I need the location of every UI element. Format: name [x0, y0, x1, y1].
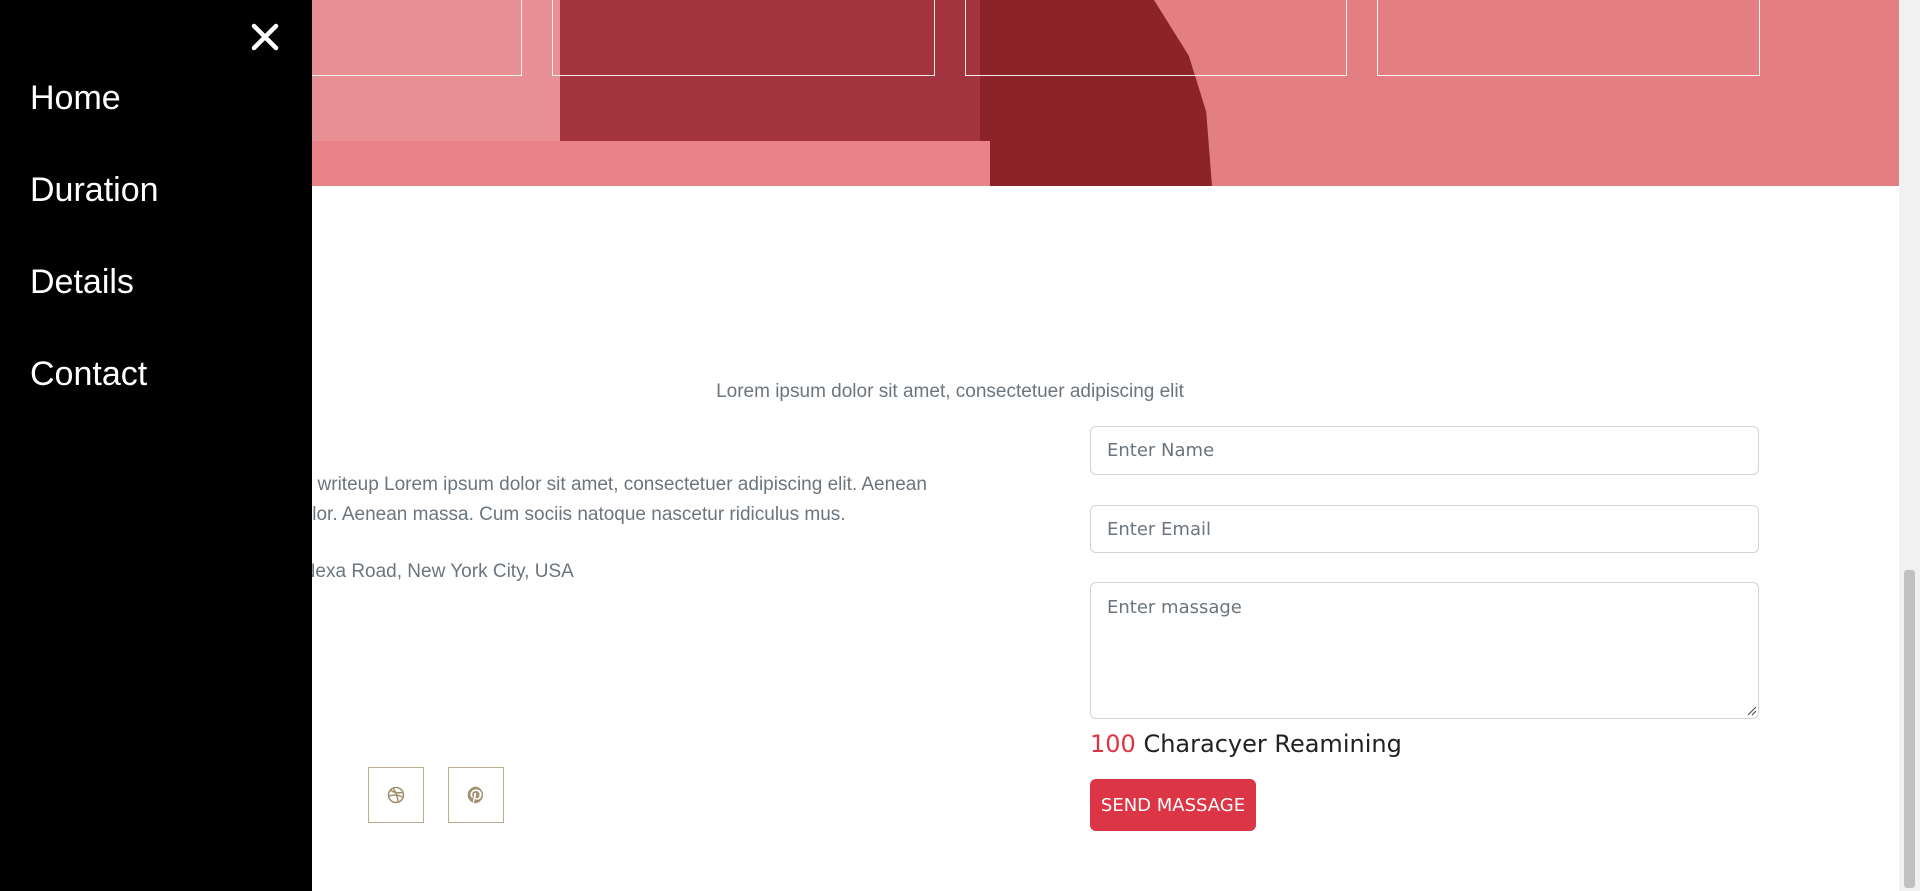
counter-text: Characyer Reamining [1143, 730, 1402, 758]
close-icon [251, 23, 279, 51]
dribbble-link[interactable] [368, 767, 424, 823]
name-input[interactable] [1090, 426, 1759, 475]
hero-frame [965, 0, 1347, 76]
pinterest-icon [467, 786, 484, 804]
close-button[interactable] [246, 18, 284, 56]
email-input[interactable] [1090, 505, 1759, 553]
counter-number: 100 [1090, 730, 1136, 758]
scrollbar-thumb[interactable] [1904, 570, 1915, 888]
nav-item-details[interactable]: Details [30, 263, 134, 302]
pinterest-link[interactable] [448, 767, 504, 823]
contact-writeup: e me writeup Lorem ipsum dolor sit amet,… [270, 470, 1030, 530]
side-navigation: Home Duration Details Contact [0, 0, 312, 891]
nav-item-home[interactable]: Home [30, 79, 121, 118]
hero-frame [1377, 0, 1760, 76]
resize-grip-icon[interactable] [1747, 706, 1757, 716]
nav-item-contact[interactable]: Contact [30, 355, 147, 394]
contact-address: 45, Nexa Road, New York City, USA [270, 561, 574, 582]
hero-frame [552, 0, 935, 76]
send-message-button[interactable]: SEND MASSAGE [1090, 779, 1256, 831]
writeup-line: et dolor. Aenean massa. Cum sociis natoq… [270, 504, 846, 525]
section-subtitle: Lorem ipsum dolor sit amet, consectetuer… [716, 381, 1184, 402]
message-textarea[interactable] [1090, 582, 1759, 719]
hero-block [300, 141, 990, 186]
character-counter: 100 Characyer Reamining [1090, 730, 1402, 758]
writeup-line: e me writeup Lorem ipsum dolor sit amet,… [270, 474, 927, 495]
page-scrollbar[interactable] [1899, 0, 1920, 891]
dribbble-icon [387, 786, 405, 804]
nav-item-duration[interactable]: Duration [30, 171, 159, 210]
